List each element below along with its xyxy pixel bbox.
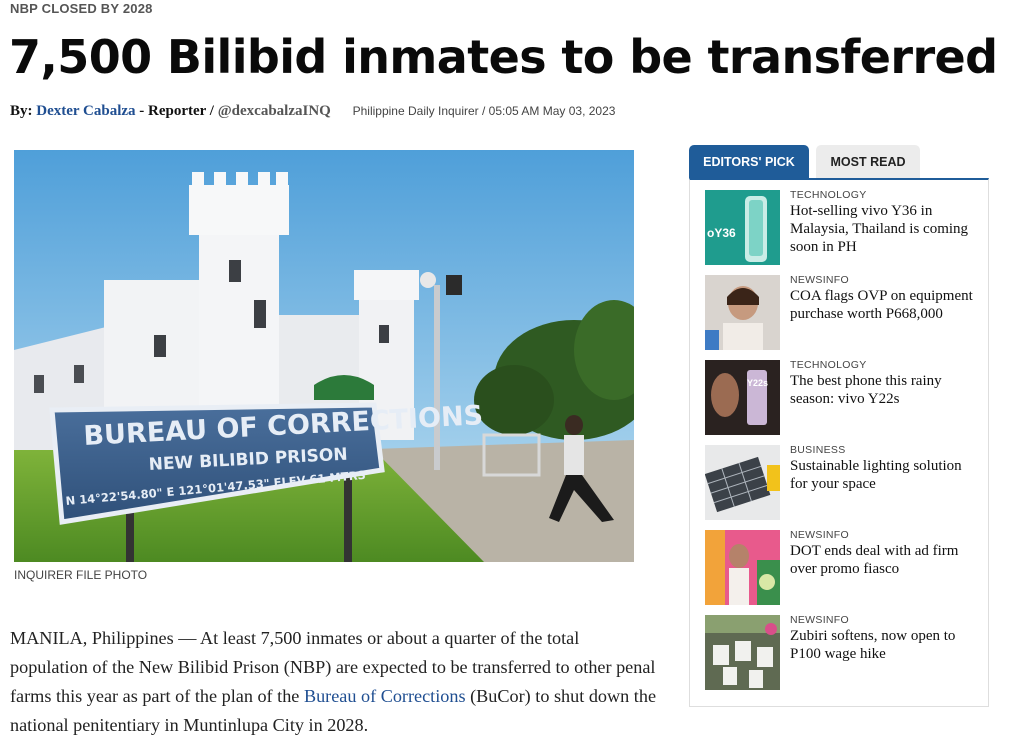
byline-role: - Reporter / (139, 103, 214, 119)
sidebar-story-6[interactable]: NEWSINFO Zubiri softens, now open to P10… (705, 615, 975, 691)
article-lead-paragraph: MANILA, Philippines — At least 7,500 inm… (10, 624, 660, 740)
story-thumbnail[interactable] (705, 615, 780, 690)
sidebar-story-5[interactable]: NEWSINFO DOT ends deal with ad firm over… (705, 530, 975, 606)
story-thumbnail[interactable]: Y22s (705, 360, 780, 435)
sidebar-story-1[interactable]: oY36 TECHNOLOGY Hot-selling vivo Y36 in … (705, 190, 975, 266)
sidebar-story-4[interactable]: BUSINESS Sustainable lighting solution f… (705, 445, 975, 521)
story-category: BUSINESS (790, 444, 846, 456)
byline: By: Dexter Cabalza - Reporter / @dexcaba… (10, 103, 615, 120)
sidebar-story-2[interactable]: NEWSINFO COA flags OVP on equipment purc… (705, 275, 975, 351)
photo-credit: INQUIRER FILE PHOTO (14, 568, 148, 582)
article-photo: BUREAU OF CORRECTIONS NEW BILIBID PRISON… (14, 150, 634, 562)
sidebar-story-3[interactable]: Y22s TECHNOLOGY The best phone this rain… (705, 360, 975, 436)
story-title[interactable]: COA flags OVP on equipment purchase wort… (790, 287, 975, 323)
tab-editors-pick[interactable]: EDITORS' PICK (689, 145, 809, 178)
story-category: NEWSINFO (790, 529, 849, 541)
publication-meta: Philippine Daily Inquirer / 05:05 AM May… (352, 104, 616, 118)
story-thumbnail[interactable] (705, 275, 780, 350)
story-title[interactable]: Sustainable lighting solution for your s… (790, 457, 975, 493)
story-category: TECHNOLOGY (790, 189, 867, 201)
story-category: NEWSINFO (790, 274, 849, 286)
story-thumbnail[interactable] (705, 530, 780, 605)
story-category: TECHNOLOGY (790, 359, 867, 371)
article-headline: 7,500 Bilibid inmates to be transferred (9, 30, 998, 84)
thumb-label: Y22s (747, 378, 768, 388)
story-thumbnail[interactable]: oY36 (705, 190, 780, 265)
bureau-of-corrections-link[interactable]: Bureau of Corrections (304, 686, 466, 706)
story-title[interactable]: Zubiri softens, now open to P100 wage hi… (790, 627, 975, 663)
author-twitter-handle[interactable]: @dexcabalzaINQ (218, 103, 331, 119)
sidebar-tabs: EDITORS' PICK MOST READ (689, 145, 920, 178)
story-category: NEWSINFO (790, 614, 849, 626)
author-link[interactable]: Dexter Cabalza (36, 103, 135, 119)
story-title[interactable]: Hot-selling vivo Y36 in Malaysia, Thaila… (790, 202, 975, 256)
article-kicker[interactable]: NBP CLOSED BY 2028 (10, 1, 153, 16)
tab-most-read[interactable]: MOST READ (816, 145, 920, 178)
thumb-label: oY36 (707, 226, 736, 240)
story-title[interactable]: The best phone this rainy season: vivo Y… (790, 372, 975, 408)
story-thumbnail[interactable] (705, 445, 780, 520)
byline-prefix: By: (10, 103, 33, 119)
story-title[interactable]: DOT ends deal with ad firm over promo fi… (790, 542, 975, 578)
